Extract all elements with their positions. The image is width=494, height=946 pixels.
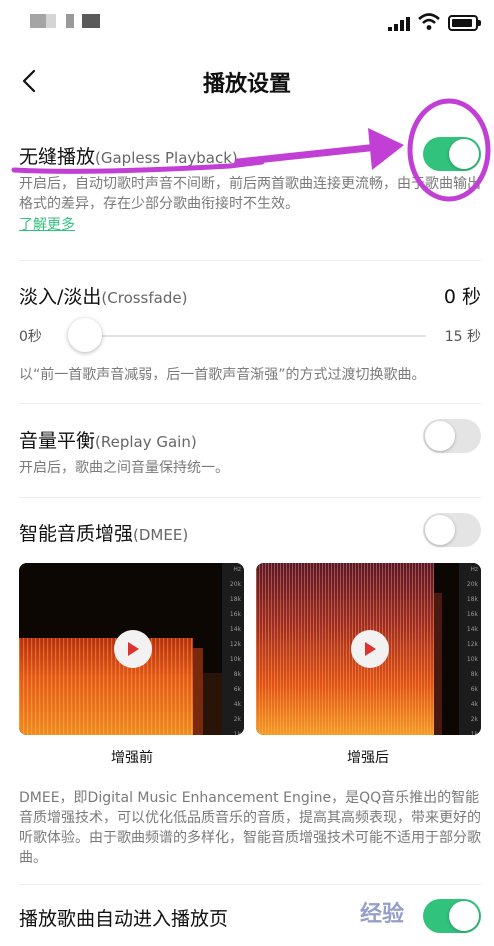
dmee-toggle[interactable] [423, 513, 481, 547]
spectrogram-before[interactable]: Hz 20k 18k 16k 14k 12k 10k 8k 6k 4k 2k 1k [19, 563, 244, 735]
watermark: 经验 [360, 902, 405, 927]
learn-more-link[interactable]: 了解更多 [19, 214, 75, 234]
dmee-subtitle: (DMEE) [133, 526, 189, 544]
dmee-title: 智能音质增强(DMEE) [19, 519, 188, 546]
divider [19, 884, 481, 885]
axis-label: 12k [466, 641, 478, 648]
replay-gain-title-text: 音量平衡 [19, 430, 96, 452]
axis-label: 6k [470, 686, 478, 693]
annotation-arrow-head [368, 128, 404, 170]
spectrogram-after[interactable]: Hz 20k 18k 16k 14k 12k 10k 8k 6k 4k 2k 1k [256, 563, 481, 735]
axis-label: 1k [233, 731, 241, 735]
axis-label: 16k [466, 611, 478, 618]
divider [19, 260, 481, 261]
axis-label: 8k [233, 671, 241, 678]
axis-label: 18k [466, 596, 478, 603]
play-icon[interactable] [114, 630, 152, 668]
gapless-title: 无缝播放(Gapless Playback) [19, 142, 238, 169]
toggle-knob [449, 139, 479, 169]
axis-label: Hz [470, 566, 478, 573]
axis-label: 10k [466, 656, 478, 663]
axis-label: 1k [470, 731, 478, 735]
before-caption: 增强前 [111, 750, 153, 766]
axis-label: 20k [229, 581, 241, 588]
axis-label: 6k [233, 686, 241, 693]
status-pixel-icon [66, 14, 74, 28]
page-title: 播放设置 [202, 72, 291, 97]
axis-label: 2k [470, 716, 478, 723]
battery-icon [448, 15, 481, 31]
axis-label: 4k [233, 701, 241, 708]
gapless-toggle[interactable] [423, 137, 481, 171]
crossfade-slider-track[interactable] [70, 335, 426, 337]
axis-label: 16k [229, 611, 241, 618]
replay-gain-subtitle: (Replay Gain) [95, 433, 197, 451]
signal-icon [388, 17, 410, 31]
frequency-axis: Hz 20k 18k 16k 14k 12k 10k 8k 6k 4k 2k 1k [222, 563, 244, 735]
axis-label: 12k [229, 641, 241, 648]
crossfade-value: 0 秒 [443, 286, 481, 308]
dmee-description: DMEE，即Digital Music Enhancement Engine，是… [19, 790, 481, 866]
toggle-knob [425, 515, 455, 545]
axis-label: 2k [233, 716, 241, 723]
status-pixel-icon [82, 14, 100, 28]
status-bar [0, 0, 494, 44]
axis-label: 4k [470, 701, 478, 708]
crossfade-title: 淡入/淡出(Crossfade) [19, 282, 187, 309]
replay-gain-title: 音量平衡(Replay Gain) [19, 426, 197, 453]
wifi-icon [418, 13, 440, 30]
gapless-description: 开启后，自动切歌时声音不间断，前后两首歌曲连接更流畅，由于歌曲输出格式的差异，存… [19, 176, 481, 212]
axis-label: 10k [229, 656, 241, 663]
divider [19, 497, 481, 498]
replay-gain-description: 开启后，歌曲之间音量保持统一。 [19, 460, 229, 476]
dmee-title-text: 智能音质增强 [19, 523, 134, 545]
play-icon[interactable] [351, 630, 389, 668]
replay-gain-toggle[interactable] [423, 419, 481, 453]
axis-label: 14k [466, 626, 478, 633]
crossfade-subtitle: (Crossfade) [101, 289, 188, 307]
axis-label: 18k [229, 596, 241, 603]
crossfade-slider-thumb[interactable] [68, 318, 102, 352]
toggle-knob [449, 901, 479, 931]
toggle-knob [425, 421, 455, 451]
gapless-title-text: 无缝播放 [19, 146, 96, 168]
status-pixel-icon [46, 14, 56, 28]
slider-min-label: 0秒 [19, 329, 42, 345]
annotation-arrow-shaft [234, 143, 382, 166]
auto-player-title: 播放歌曲自动进入播放页 [19, 908, 229, 930]
frequency-axis: Hz 20k 18k 16k 14k 12k 10k 8k 6k 4k 2k 1k [459, 563, 481, 735]
axis-label: 14k [229, 626, 241, 633]
after-caption: 增强后 [347, 750, 389, 766]
axis-label: 8k [470, 671, 478, 678]
axis-label: Hz [233, 566, 241, 573]
divider [19, 403, 481, 404]
slider-max-label: 15 秒 [444, 329, 481, 345]
status-pixel-icon [30, 14, 46, 28]
auto-player-toggle[interactable] [423, 899, 481, 933]
crossfade-title-text: 淡入/淡出 [19, 286, 102, 308]
gapless-subtitle: (Gapless Playback) [95, 149, 238, 167]
axis-label: 20k [466, 581, 478, 588]
crossfade-description: 以“前一首歌声音减弱，后一首歌声音渐强”的方式过渡切换歌曲。 [19, 367, 426, 383]
navigation-bar: 播放设置 [0, 58, 494, 104]
